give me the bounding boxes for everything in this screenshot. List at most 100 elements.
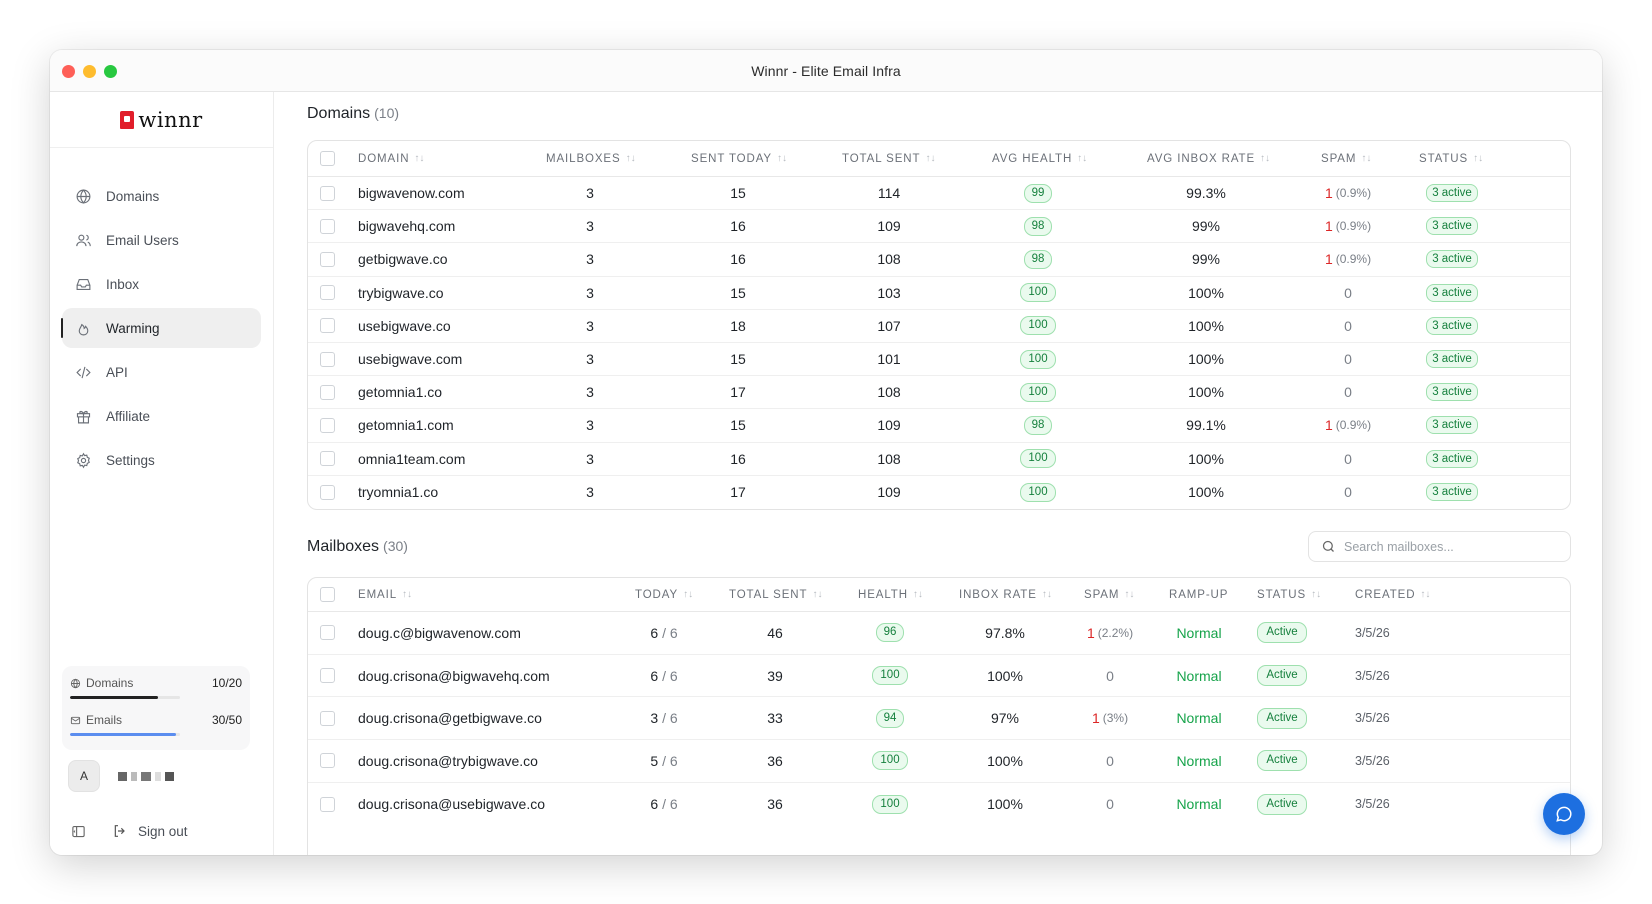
table-row[interactable]: omnia1team.com 3 16 108 100 100% 0 3 active bbox=[308, 443, 1570, 476]
inbox-rate-value: 100% bbox=[1188, 284, 1224, 301]
row-checkbox[interactable] bbox=[320, 451, 335, 467]
row-checkbox[interactable] bbox=[320, 318, 335, 334]
domain-cell[interactable]: trybigwave.co bbox=[358, 285, 444, 301]
column-header-health[interactable]: HEALTH ↑↓ bbox=[858, 589, 923, 601]
row-checkbox[interactable] bbox=[320, 351, 335, 367]
health-badge: 100 bbox=[1020, 349, 1056, 369]
row-checkbox[interactable] bbox=[320, 484, 335, 500]
column-header-email[interactable]: EMAIL ↑↓ bbox=[358, 589, 412, 601]
email-cell[interactable]: doug.c@bigwavenow.com bbox=[358, 625, 521, 641]
user-profile[interactable]: A bbox=[68, 760, 174, 792]
row-checkbox[interactable] bbox=[320, 218, 335, 234]
domain-cell[interactable]: tryomnia1.co bbox=[358, 484, 438, 500]
total-sent-value: 109 bbox=[877, 484, 901, 501]
select-all-checkbox[interactable] bbox=[320, 587, 335, 602]
domain-cell[interactable]: getbigwave.co bbox=[358, 251, 448, 267]
row-checkbox[interactable] bbox=[320, 417, 335, 433]
ramp-up-value: Normal bbox=[1176, 667, 1222, 684]
column-header-avg-health[interactable]: AVG HEALTH ↑↓ bbox=[992, 153, 1087, 165]
column-header-status[interactable]: STATUS ↑↓ bbox=[1257, 589, 1321, 601]
column-header-today[interactable]: TODAY ↑↓ bbox=[635, 589, 693, 601]
row-checkbox[interactable] bbox=[320, 625, 335, 641]
domain-cell[interactable]: usebigwave.co bbox=[358, 318, 451, 334]
row-checkbox[interactable] bbox=[320, 753, 335, 769]
table-row[interactable]: doug.crisona@trybigwave.co 5/ 6 36 100 100% 0… bbox=[308, 740, 1570, 783]
column-header-spam[interactable]: SPAM ↑↓ bbox=[1084, 589, 1134, 601]
table-row[interactable]: getbigwave.co 3 16 108 98 99% 1 (0.9%) 3 active bbox=[308, 243, 1570, 277]
column-header-avg-inbox-rate[interactable]: AVG INBOX RATE ↑↓ bbox=[1147, 153, 1270, 165]
column-header-total-sent[interactable]: TOTAL SENT ↑↓ bbox=[729, 589, 822, 601]
table-row[interactable]: bigwavenow.com 3 15 114 99 99.3% 1 (0.9%) 3 acti… bbox=[308, 177, 1570, 211]
inbox-rate-value: 100% bbox=[1188, 484, 1224, 501]
sidebar-item-warming[interactable]: Warming bbox=[61, 308, 261, 348]
table-row[interactable]: getomnia1.com 3 15 109 98 99.1% 1 (0.9%) 3 activ… bbox=[308, 409, 1570, 443]
table-row[interactable]: doug.crisona@getbigwave.co 3/ 6 33 94 97% 1 (3… bbox=[308, 697, 1570, 741]
row-checkbox-cell bbox=[320, 796, 335, 812]
sort-icon: ↑↓ bbox=[1473, 153, 1484, 164]
total-sent-value: 114 bbox=[877, 185, 901, 202]
gift-icon bbox=[74, 407, 92, 425]
domain-cell[interactable]: bigwavehq.com bbox=[358, 218, 455, 234]
column-header-mailboxes[interactable]: MAILBOXES ↑↓ bbox=[546, 153, 636, 165]
sidebar-item-settings[interactable]: Settings bbox=[62, 440, 261, 480]
chat-support-button[interactable] bbox=[1543, 793, 1585, 835]
minimize-window-button[interactable] bbox=[83, 65, 96, 78]
sidebar-item-inbox[interactable]: Inbox bbox=[62, 264, 261, 304]
spam-count: 0 bbox=[1344, 284, 1352, 301]
row-checkbox[interactable] bbox=[320, 285, 335, 301]
domain-cell[interactable]: omnia1team.com bbox=[358, 451, 465, 467]
row-checkbox[interactable] bbox=[320, 185, 335, 201]
domain-cell[interactable]: bigwavenow.com bbox=[358, 185, 465, 201]
column-header-sent-today[interactable]: SENT TODAY ↑↓ bbox=[691, 153, 787, 165]
table-row[interactable]: doug.crisona@bigwavehq.com 6/ 6 39 100 100% 0… bbox=[308, 655, 1570, 698]
table-row[interactable]: usebigwave.com 3 15 101 100 100% 0 3 active bbox=[308, 343, 1570, 377]
spam-count: 1 bbox=[1324, 218, 1333, 235]
table-row[interactable]: tryomnia1.co 3 17 109 100 100% 0 3 active bbox=[308, 476, 1570, 509]
table-row[interactable]: doug.c@bigwavenow.com 6/ 6 46 96 97.8% 1 (2.2%… bbox=[308, 612, 1570, 655]
email-cell[interactable]: doug.crisona@getbigwave.co bbox=[358, 710, 542, 726]
row-checkbox[interactable] bbox=[320, 710, 335, 726]
column-header-total-sent[interactable]: TOTAL SENT ↑↓ bbox=[842, 153, 935, 165]
sort-icon: ↑↓ bbox=[625, 153, 636, 164]
sidebar-item-domains[interactable]: Domains bbox=[62, 176, 261, 216]
ramp-up-value: Normal bbox=[1176, 796, 1222, 813]
table-row[interactable]: usebigwave.co 3 18 107 100 100% 0 3 active bbox=[308, 310, 1570, 343]
domain-cell[interactable]: getomnia1.com bbox=[358, 417, 454, 433]
zoom-window-button[interactable] bbox=[104, 65, 117, 78]
select-all-checkbox[interactable] bbox=[320, 151, 335, 166]
sidebar-item-api[interactable]: API bbox=[62, 352, 261, 392]
table-row[interactable]: getomnia1.co 3 17 108 100 100% 0 3 active bbox=[308, 376, 1570, 410]
column-header-domain[interactable]: DOMAIN ↑↓ bbox=[358, 153, 424, 165]
column-header-created[interactable]: CREATED ↑↓ bbox=[1355, 589, 1430, 601]
row-checkbox[interactable] bbox=[320, 796, 335, 812]
brand-logo[interactable]: winnr bbox=[50, 92, 273, 148]
table-row[interactable]: bigwavehq.com 3 16 109 98 99% 1 (0.9%) 3 active bbox=[308, 210, 1570, 244]
spam-count: 1 bbox=[1091, 710, 1100, 727]
table-row[interactable]: doug.crisona@usebigwave.co 6/ 6 36 100 100% 0… bbox=[308, 783, 1570, 826]
domain-cell[interactable]: getomnia1.co bbox=[358, 384, 442, 400]
inbox-rate-value: 99.3% bbox=[1186, 185, 1226, 202]
email-cell[interactable]: doug.crisona@bigwavehq.com bbox=[358, 668, 550, 684]
domain-cell[interactable]: usebigwave.com bbox=[358, 351, 462, 367]
table-row[interactable]: trybigwave.co 3 15 103 100 100% 0 3 active bbox=[308, 277, 1570, 310]
total-sent-value: 101 bbox=[877, 351, 901, 368]
row-checkbox[interactable] bbox=[320, 384, 335, 400]
collapse-sidebar-icon[interactable] bbox=[70, 823, 86, 839]
column-header-status[interactable]: STATUS ↑↓ bbox=[1419, 153, 1483, 165]
email-cell[interactable]: doug.crisona@usebigwave.co bbox=[358, 796, 545, 812]
row-checkbox[interactable] bbox=[320, 668, 335, 684]
spam-count: 0 bbox=[1344, 484, 1352, 501]
sign-out-button[interactable]: Sign out bbox=[112, 823, 188, 839]
sidebar-item-email-users[interactable]: Email Users bbox=[62, 220, 261, 260]
column-header-spam[interactable]: SPAM ↑↓ bbox=[1321, 153, 1371, 165]
total-sent-value: 108 bbox=[877, 251, 901, 268]
email-cell[interactable]: doug.crisona@trybigwave.co bbox=[358, 753, 538, 769]
mailbox-search[interactable] bbox=[1308, 531, 1571, 562]
column-header-inbox-rate[interactable]: INBOX RATE ↑↓ bbox=[959, 589, 1052, 601]
health-badge: 98 bbox=[1023, 216, 1053, 236]
search-input[interactable] bbox=[1344, 539, 1554, 554]
close-window-button[interactable] bbox=[62, 65, 75, 78]
avatar[interactable]: A bbox=[68, 760, 100, 792]
sidebar-item-affiliate[interactable]: Affiliate bbox=[62, 396, 261, 436]
row-checkbox[interactable] bbox=[320, 251, 335, 267]
